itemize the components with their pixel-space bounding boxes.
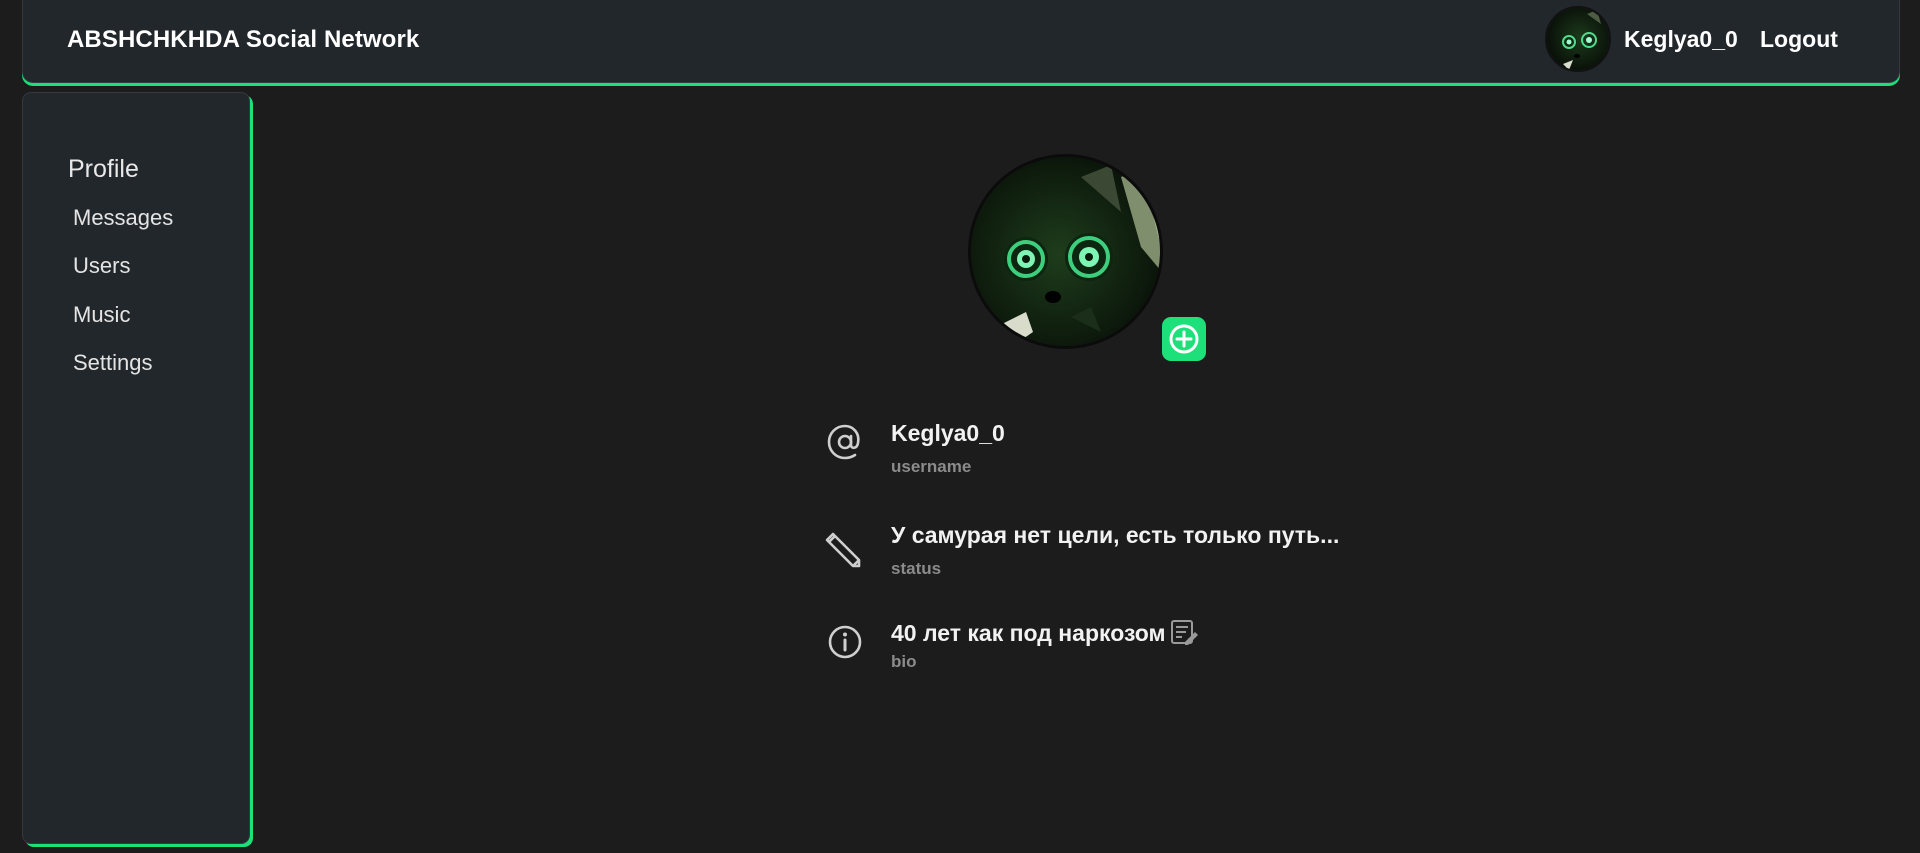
plus-circle-icon — [1169, 324, 1199, 354]
pencil-icon — [825, 532, 861, 568]
username-label: username — [891, 457, 972, 476]
bio-label: bio — [891, 652, 917, 671]
sidebar-item-settings[interactable]: Settings — [73, 350, 153, 376]
header-avatar[interactable] — [1545, 6, 1611, 72]
profile-avatar — [968, 154, 1163, 349]
username-value: Keglya0_0 — [891, 420, 1005, 446]
at-sign-icon — [827, 424, 860, 460]
status-label: status — [891, 559, 942, 578]
sidebar-item-users[interactable]: Users — [73, 253, 130, 279]
logout-button[interactable]: Logout — [1760, 26, 1838, 53]
sidebar-nav: Profile Messages Users Music Settings — [22, 92, 250, 844]
sidebar-item-messages[interactable]: Messages — [73, 205, 173, 231]
cat-avatar-image — [1547, 8, 1609, 70]
sidebar-item-music[interactable]: Music — [73, 302, 130, 328]
status-value[interactable]: У самурая нет цели, есть только путь... — [891, 522, 1339, 549]
edit-note-icon[interactable] — [1170, 618, 1198, 646]
add-photo-button[interactable] — [1162, 317, 1206, 361]
sidebar-item-profile[interactable]: Profile — [68, 155, 139, 184]
header-username[interactable]: Keglya0_0 — [1624, 26, 1738, 53]
info-icon — [828, 625, 862, 659]
app-title[interactable]: ABSHCHKHDA Social Network — [67, 26, 419, 54]
bio-value: 40 лет как под наркозом — [891, 620, 1166, 646]
cat-avatar-image — [971, 157, 1160, 346]
top-header: ABSHCHKHDA Social Network Keglya0_0 Logo… — [22, 0, 1900, 83]
